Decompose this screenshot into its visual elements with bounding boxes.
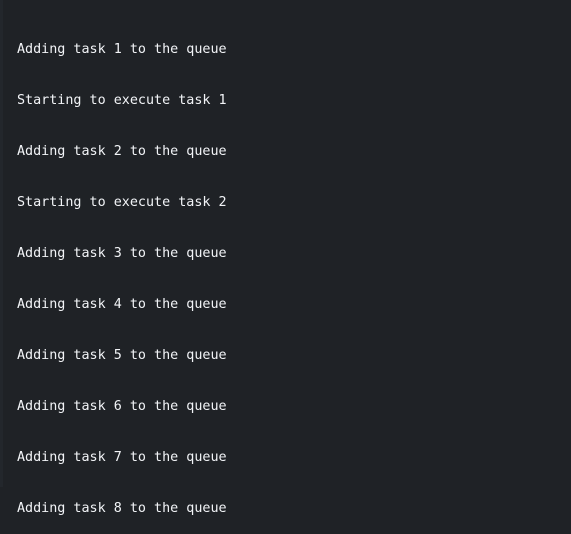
left-border (0, 0, 3, 487)
console-line: Adding task 7 to the queue (17, 450, 227, 465)
console-line: Adding task 8 to the queue (17, 501, 227, 516)
console-line: Adding task 4 to the queue (17, 297, 227, 312)
console-line: Adding task 5 to the queue (17, 348, 227, 363)
console-output[interactable]: Adding task 1 to the queue Starting to e… (17, 7, 571, 516)
console-line: Adding task 2 to the queue (17, 144, 227, 159)
console-line: Adding task 3 to the queue (17, 246, 227, 261)
console-line: Starting to execute task 1 (17, 93, 227, 108)
console-line: Starting to execute task 2 (17, 195, 227, 210)
console-line: Adding task 6 to the queue (17, 399, 227, 414)
console-line: Adding task 1 to the queue (17, 42, 227, 57)
